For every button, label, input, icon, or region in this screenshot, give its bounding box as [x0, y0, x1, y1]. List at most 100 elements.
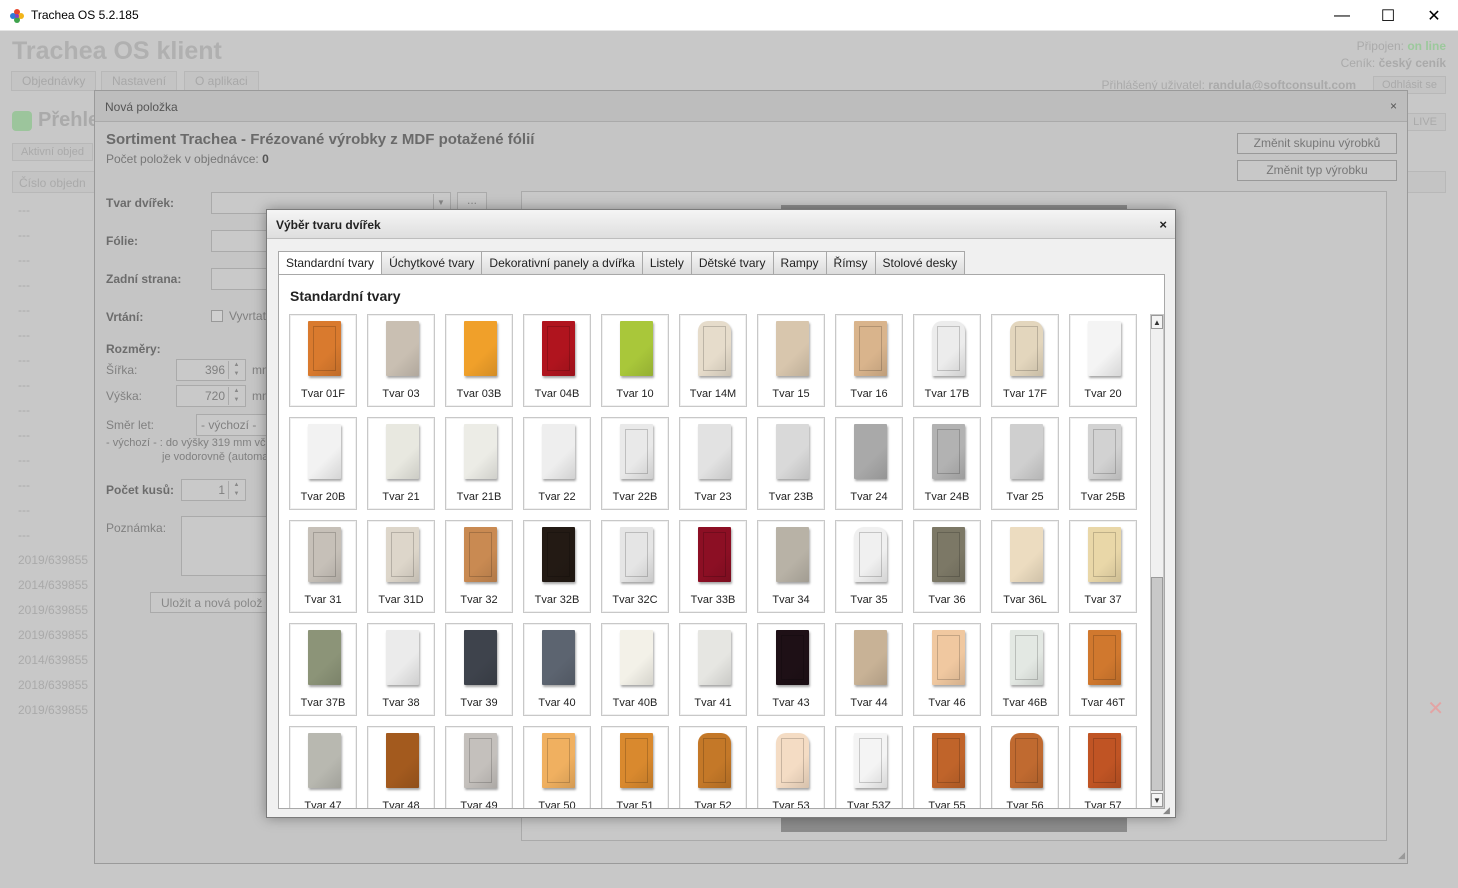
shape-tile[interactable]: Tvar 22B [601, 417, 669, 510]
shape-tile[interactable]: Tvar 23 [679, 417, 747, 510]
scroll-thumb[interactable] [1151, 577, 1163, 791]
shape-tile[interactable]: Tvar 04B [523, 314, 591, 407]
table-row[interactable]: --- [18, 203, 30, 217]
table-row[interactable]: --- [18, 453, 30, 467]
tab-about[interactable]: O aplikaci [184, 71, 259, 91]
table-row[interactable]: 2019/639855 [18, 603, 88, 617]
close-dialog-icon[interactable]: × [1159, 217, 1167, 232]
shape-tile[interactable]: Tvar 40 [523, 623, 591, 716]
shape-tile[interactable]: Tvar 49 [445, 726, 513, 808]
shape-tile[interactable]: Tvar 50 [523, 726, 591, 808]
minimize-button[interactable]: — [1319, 0, 1365, 31]
shape-tile[interactable]: Tvar 56 [991, 726, 1059, 808]
tab-standardni-tvary[interactable]: Standardní tvary [278, 251, 382, 275]
shape-tile[interactable]: Tvar 44 [835, 623, 903, 716]
shape-tile[interactable]: Tvar 15 [757, 314, 825, 407]
shape-tile[interactable]: Tvar 37B [289, 623, 357, 716]
table-row[interactable]: 2018/639855 [18, 678, 88, 692]
shape-tile[interactable]: Tvar 32C [601, 520, 669, 613]
grain-select[interactable]: - výchozí - [196, 414, 276, 436]
shape-tile[interactable]: Tvar 24 [835, 417, 903, 510]
tab-dekorativni-panely-a-dvirka[interactable]: Dekorativní panely a dvířka [481, 251, 642, 275]
delete-icon[interactable]: ✕ [1427, 696, 1444, 721]
shape-tile[interactable]: Tvar 53 [757, 726, 825, 808]
tab-detske-tvary[interactable]: Dětské tvary [690, 251, 773, 275]
shape-tile[interactable]: Tvar 36L [991, 520, 1059, 613]
shape-tile[interactable]: Tvar 03 [367, 314, 435, 407]
shape-tile[interactable]: Tvar 41 [679, 623, 747, 716]
shape-tile[interactable]: Tvar 17F [991, 314, 1059, 407]
pieces-stepper[interactable]: ▲ ▼ [228, 481, 244, 499]
shape-tile[interactable]: Tvar 52 [679, 726, 747, 808]
table-row[interactable]: --- [18, 278, 30, 292]
shape-tile[interactable]: Tvar 31 [289, 520, 357, 613]
shape-tile[interactable]: Tvar 17B [913, 314, 981, 407]
tab-stolove-desky[interactable]: Stolové desky [874, 251, 966, 275]
drill-checkbox[interactable] [211, 310, 223, 322]
shape-tile[interactable]: Tvar 46 [913, 623, 981, 716]
tab-rimsy[interactable]: Římsy [825, 251, 875, 275]
shape-tile[interactable]: Tvar 46T [1069, 623, 1137, 716]
pieces-input[interactable]: 1 ▲ ▼ [181, 479, 246, 501]
save-and-new-button[interactable]: Uložit a nová polož [150, 592, 271, 613]
shape-tile[interactable]: Tvar 55 [913, 726, 981, 808]
close-window-button[interactable]: ✕ [1411, 0, 1457, 31]
shape-tile[interactable]: Tvar 14M [679, 314, 747, 407]
table-row[interactable]: 2019/639855 [18, 553, 88, 567]
table-row[interactable]: 2014/639855 [18, 578, 88, 592]
shape-tile[interactable]: Tvar 48 [367, 726, 435, 808]
table-row[interactable]: --- [18, 428, 30, 442]
width-input[interactable]: 396 ▲ ▼ [176, 359, 246, 381]
table-row[interactable]: --- [18, 528, 30, 542]
change-group-button[interactable]: Změnit skupinu výrobků [1237, 133, 1397, 154]
table-row[interactable]: --- [18, 303, 30, 317]
shape-tile[interactable]: Tvar 25B [1069, 417, 1137, 510]
tab-orders[interactable]: Objednávky [11, 71, 97, 91]
foil-select[interactable] [211, 230, 271, 252]
table-row[interactable]: --- [18, 378, 30, 392]
live-button[interactable]: LIVE [1404, 113, 1446, 131]
shape-tile[interactable]: Tvar 21 [367, 417, 435, 510]
tab-uchytkove-tvary[interactable]: Úchytkové tvary [381, 251, 482, 275]
shape-tile[interactable]: Tvar 01F [289, 314, 357, 407]
shape-tile[interactable]: Tvar 23B [757, 417, 825, 510]
table-row[interactable]: 2014/639855 [18, 653, 88, 667]
shape-tile[interactable]: Tvar 36 [913, 520, 981, 613]
shape-tile[interactable]: Tvar 40B [601, 623, 669, 716]
shape-tile[interactable]: Tvar 33B [679, 520, 747, 613]
table-row[interactable]: --- [18, 503, 30, 517]
shape-tile[interactable]: Tvar 47 [289, 726, 357, 808]
shape-tile[interactable]: Tvar 21B [445, 417, 513, 510]
change-type-button[interactable]: Změnit typ výrobku [1237, 160, 1397, 181]
shape-tile[interactable]: Tvar 16 [835, 314, 903, 407]
table-row[interactable]: --- [18, 228, 30, 242]
tab-settings[interactable]: Nastavení [101, 71, 178, 91]
shape-tile[interactable]: Tvar 10 [601, 314, 669, 407]
scroll-up-icon[interactable]: ▲ [1151, 315, 1163, 329]
shape-tile[interactable]: Tvar 43 [757, 623, 825, 716]
shape-tile[interactable]: Tvar 03B [445, 314, 513, 407]
shape-tile[interactable]: Tvar 34 [757, 520, 825, 613]
table-row[interactable]: --- [18, 253, 30, 267]
tab-listely[interactable]: Listely [641, 251, 691, 275]
shape-tile[interactable]: Tvar 35 [835, 520, 903, 613]
height-input[interactable]: 720 ▲ ▼ [176, 385, 246, 407]
shape-tile[interactable]: Tvar 51 [601, 726, 669, 808]
shape-tile[interactable]: Tvar 20B [289, 417, 357, 510]
shape-tile[interactable]: Tvar 39 [445, 623, 513, 716]
table-row[interactable]: --- [18, 403, 30, 417]
shape-tile[interactable]: Tvar 37 [1069, 520, 1137, 613]
active-orders-button[interactable]: Aktivní objed [12, 143, 93, 161]
resize-grip-icon[interactable]: ◢ [1163, 805, 1173, 815]
scroll-down-icon[interactable]: ▼ [1151, 793, 1163, 807]
shape-tile[interactable]: Tvar 25 [991, 417, 1059, 510]
height-stepper[interactable]: ▲ ▼ [228, 387, 244, 405]
table-row[interactable]: --- [18, 353, 30, 367]
vertical-scrollbar[interactable]: ▲ ▼ [1150, 314, 1164, 808]
table-row[interactable]: --- [18, 478, 30, 492]
shape-tile[interactable]: Tvar 31D [367, 520, 435, 613]
shape-tile[interactable]: Tvar 57 [1069, 726, 1137, 808]
maximize-button[interactable]: ☐ [1365, 0, 1411, 31]
shape-tile[interactable]: Tvar 22 [523, 417, 591, 510]
back-side-select[interactable] [211, 268, 271, 290]
